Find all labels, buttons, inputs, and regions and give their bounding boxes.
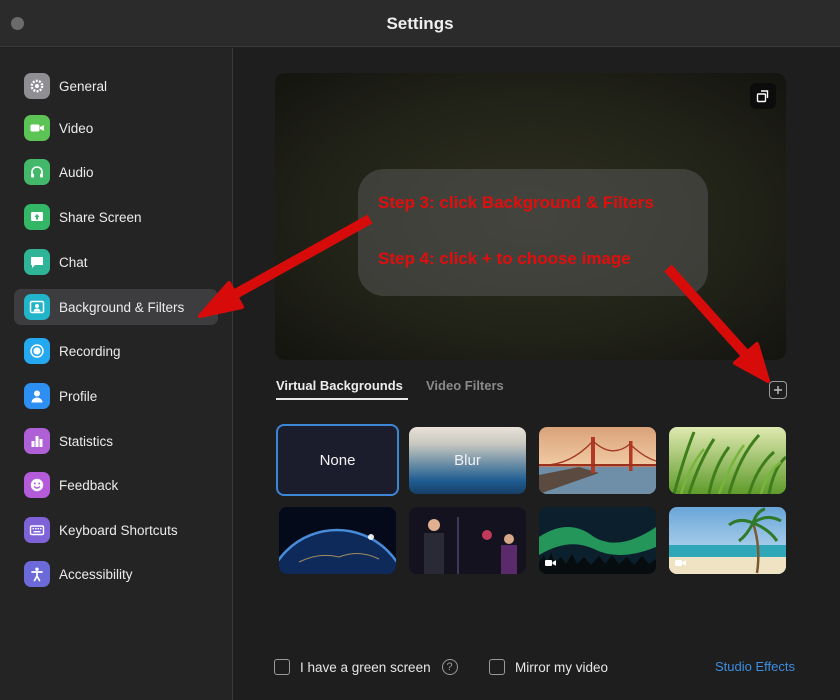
green-screen-option: I have a green screen ? bbox=[274, 659, 458, 675]
settings-content: Step 3: click Background & Filters Step … bbox=[234, 48, 840, 700]
sidebar-item-label: Recording bbox=[59, 343, 121, 359]
tab-virtual-backgrounds[interactable]: Virtual Backgrounds bbox=[276, 378, 403, 393]
help-icon[interactable]: ? bbox=[441, 659, 458, 675]
swap-camera-button[interactable] bbox=[750, 83, 776, 109]
background-none[interactable]: None bbox=[276, 424, 399, 496]
sidebar-item-chat[interactable]: Chat bbox=[14, 244, 218, 280]
title-bar: Settings bbox=[0, 0, 840, 47]
golden-gate-image bbox=[539, 427, 656, 494]
tab-video-filters[interactable]: Video Filters bbox=[426, 378, 504, 393]
sidebar-item-label: Accessibility bbox=[59, 566, 133, 582]
sidebar-item-label: Audio bbox=[59, 164, 94, 180]
profile-icon bbox=[24, 383, 50, 409]
add-background-button[interactable] bbox=[769, 381, 787, 399]
sidebar-item-label: Chat bbox=[59, 254, 88, 270]
bar-chart-icon bbox=[24, 428, 50, 454]
keyboard-icon bbox=[24, 517, 50, 543]
sidebar-item-audio[interactable]: Audio bbox=[14, 154, 218, 190]
earth-from-space-image bbox=[279, 507, 396, 574]
person-frame-icon bbox=[24, 294, 50, 320]
rotate-camera-icon bbox=[756, 90, 769, 103]
people-on-stage-image bbox=[409, 507, 526, 574]
settings-sidebar: General Video Audio Share Screen Chat Ba… bbox=[0, 48, 233, 700]
accessibility-icon bbox=[24, 561, 50, 587]
video-preview: Step 3: click Background & Filters Step … bbox=[275, 73, 786, 360]
grass-image bbox=[669, 427, 786, 494]
sidebar-item-label: Statistics bbox=[59, 433, 114, 449]
background-earth[interactable] bbox=[279, 507, 396, 574]
sidebar-item-statistics[interactable]: Statistics bbox=[14, 423, 218, 459]
step-4-annotation: Step 4: click + to choose image bbox=[378, 249, 631, 268]
video-camera-icon bbox=[545, 560, 556, 566]
sidebar-item-background-filters[interactable]: Background & Filters bbox=[14, 289, 218, 325]
sidebar-item-video[interactable]: Video bbox=[14, 110, 218, 146]
background-aurora[interactable] bbox=[539, 507, 656, 574]
sidebar-item-share-screen[interactable]: Share Screen bbox=[14, 199, 218, 235]
aurora-video-image bbox=[539, 507, 656, 574]
video-camera-icon bbox=[24, 115, 50, 141]
sidebar-item-recording[interactable]: Recording bbox=[14, 333, 218, 369]
mirror-video-label[interactable]: Mirror my video bbox=[515, 660, 608, 675]
background-none-label: None bbox=[319, 452, 356, 469]
smiley-icon bbox=[24, 472, 50, 498]
beach-video-image bbox=[669, 507, 786, 574]
studio-effects-link[interactable]: Studio Effects bbox=[715, 659, 795, 674]
background-blur[interactable]: Blur bbox=[409, 427, 526, 494]
plus-icon bbox=[774, 386, 782, 394]
background-grass[interactable] bbox=[669, 427, 786, 494]
share-screen-icon bbox=[24, 204, 50, 230]
green-screen-checkbox[interactable] bbox=[274, 659, 290, 675]
mirror-video-option: Mirror my video bbox=[489, 659, 608, 675]
chat-bubble-icon bbox=[24, 249, 50, 275]
mirror-video-checkbox[interactable] bbox=[489, 659, 505, 675]
annotation-callout: Step 3: click Background & Filters Step … bbox=[358, 169, 708, 296]
sidebar-item-accessibility[interactable]: Accessibility bbox=[14, 556, 218, 592]
sidebar-item-label: Keyboard Shortcuts bbox=[59, 522, 178, 538]
sidebar-item-label: Background & Filters bbox=[59, 299, 185, 315]
sidebar-item-profile[interactable]: Profile bbox=[14, 378, 218, 414]
background-golden-gate[interactable] bbox=[539, 427, 656, 494]
background-beach[interactable] bbox=[669, 507, 786, 574]
sidebar-item-label: Share Screen bbox=[59, 209, 142, 225]
sidebar-item-general[interactable]: General bbox=[14, 68, 218, 104]
background-stage[interactable] bbox=[409, 507, 526, 574]
video-camera-icon bbox=[675, 560, 686, 566]
step-3-annotation: Step 3: click Background & Filters bbox=[378, 193, 654, 212]
active-tab-indicator bbox=[276, 398, 408, 400]
background-blur-label: Blur bbox=[454, 452, 481, 469]
sidebar-item-feedback[interactable]: Feedback bbox=[14, 467, 218, 503]
gear-icon bbox=[24, 73, 50, 99]
sidebar-item-label: Feedback bbox=[59, 477, 119, 493]
sidebar-item-label: General bbox=[59, 78, 108, 94]
record-icon bbox=[24, 338, 50, 364]
sidebar-item-label: Video bbox=[59, 120, 94, 136]
headphones-icon bbox=[24, 159, 50, 185]
green-screen-label[interactable]: I have a green screen bbox=[300, 660, 431, 675]
window-title: Settings bbox=[386, 14, 454, 33]
sidebar-item-keyboard-shortcuts[interactable]: Keyboard Shortcuts bbox=[14, 512, 218, 548]
sidebar-item-label: Profile bbox=[59, 388, 98, 404]
